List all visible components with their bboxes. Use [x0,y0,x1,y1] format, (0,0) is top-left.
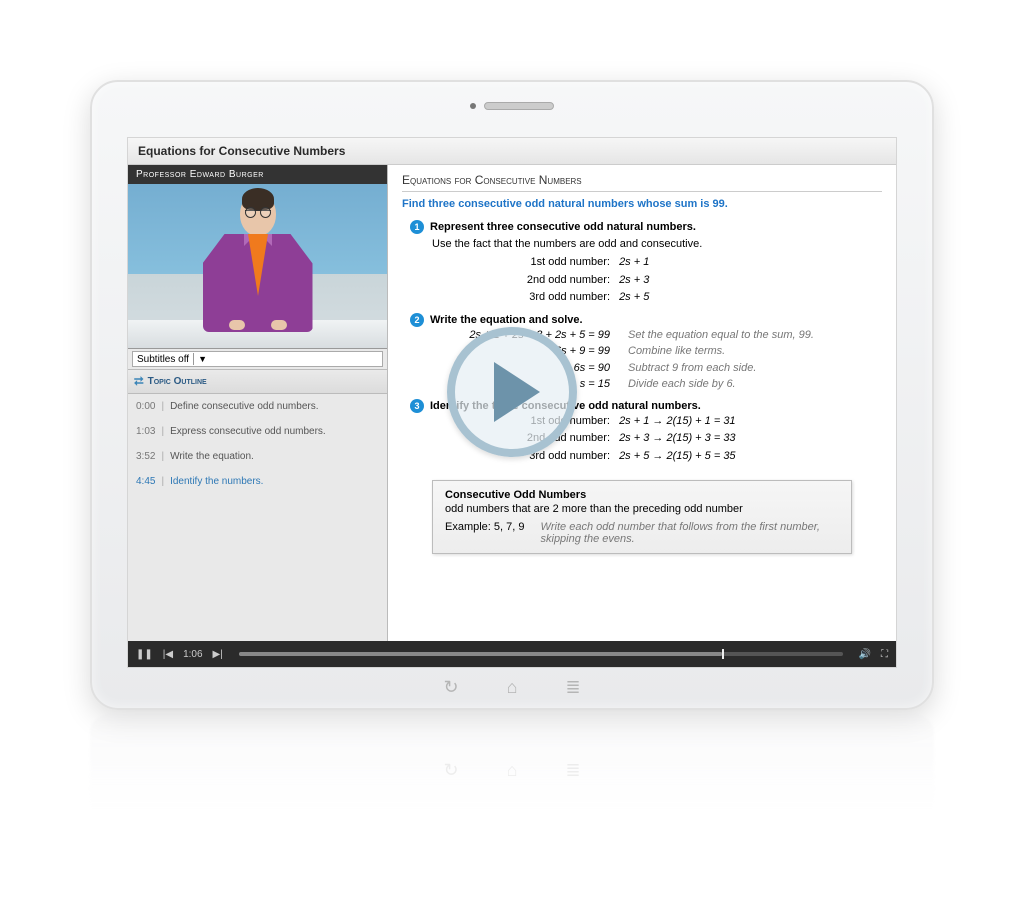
professor-name: Professor Edward Burger [128,165,387,184]
seek-bar[interactable] [239,652,843,656]
video-thumbnail[interactable] [128,184,387,349]
definition-example-note: Write each odd number that follows from … [541,521,840,545]
video-player-bar: ❚❚ |◀ 1:06 ▶| 🔊 ⛶ [128,641,896,667]
window-title: Equations for Consecutive Numbers [128,138,896,165]
step-badge-2: 2 [410,313,424,327]
outline-item[interactable]: 4:45| Identify the numbers. [128,469,387,494]
topic-outline-list: 0:00| Define consecutive odd numbers. 1:… [128,394,387,641]
definition-example: Example: 5, 7, 9 [445,521,525,545]
lesson-prompt: Find three consecutive odd natural numbe… [402,198,882,210]
outline-arrows-icon: ⮂ [134,374,144,389]
presenter-figure [188,192,328,342]
definition-box: Consecutive Odd Numbers odd numbers that… [432,480,852,554]
prev-chapter-button[interactable]: |◀ [163,649,173,660]
play-overlay-button[interactable] [447,327,577,457]
definition-title: Consecutive Odd Numbers [445,489,839,501]
definition-body: odd numbers that are 2 more than the pre… [445,503,839,515]
outline-item[interactable]: 0:00| Define consecutive odd numbers. [128,394,387,419]
subtitles-label: Subtitles off [137,354,189,365]
step-badge-3: 3 [410,399,424,413]
chevron-down-icon: ▼ [198,354,207,364]
outline-item[interactable]: 1:03| Express consecutive odd numbers. [128,419,387,444]
app-screen: Equations for Consecutive Numbers Profes… [127,137,897,668]
volume-icon[interactable]: 🔊 [859,649,871,660]
step-1-representation: 1st odd number: 2s + 1 2nd odd number: 2… [500,254,882,307]
topic-outline-label: Topic Outline [148,376,207,387]
tablet-device: Equations for Consecutive Numbers Profes… [90,80,934,710]
step-1-title: Represent three consecutive odd natural … [430,221,696,233]
play-icon [494,362,540,422]
next-chapter-button[interactable]: ▶| [213,649,223,660]
step-1-note: Use the fact that the numbers are odd an… [432,238,882,250]
lesson-heading: Equations for Consecutive Numbers [402,173,882,192]
topic-outline-header: ⮂ Topic Outline [128,369,387,394]
reflection-nav: ↻⌂≣ [443,760,580,781]
step-1: 1 Represent three consecutive odd natura… [410,220,882,307]
device-nav-row: ↻ ⌂ ≣ [92,677,932,698]
menu-button[interactable]: ≣ [565,677,580,698]
left-pane: Professor Edward Burger Subtitles off ▼ [128,165,388,641]
step-badge-1: 1 [410,220,424,234]
home-button[interactable]: ⌂ [507,677,518,698]
outline-item[interactable]: 3:52| Write the equation. [128,444,387,469]
subtitles-dropdown[interactable]: Subtitles off ▼ [132,351,383,367]
device-camera [470,102,554,110]
playback-time: 1:06 [183,649,202,660]
fullscreen-button[interactable]: ⛶ [881,649,888,660]
pause-button[interactable]: ❚❚ [136,649,153,660]
step-2-title: Write the equation and solve. [430,314,583,326]
refresh-button[interactable]: ↻ [443,677,458,698]
